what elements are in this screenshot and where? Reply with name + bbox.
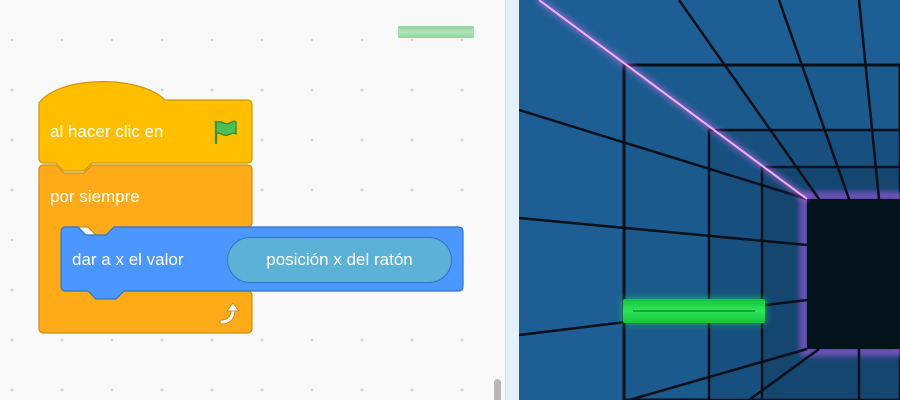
stage-canvas[interactable] (519, 0, 900, 400)
mouse-x-reporter[interactable]: posición x del ratón (227, 237, 452, 283)
pane-divider (505, 0, 519, 400)
code-workspace[interactable]: al hacer clic en por siempre dar a x el … (0, 0, 505, 400)
set-x-block-label: dar a x el valor (72, 250, 184, 269)
paddle-sprite[interactable] (623, 299, 765, 323)
mouse-x-reporter-label: posición x del ratón (266, 250, 413, 269)
event-block-label: al hacer clic en (50, 122, 164, 141)
forever-block-label: por siempre (50, 187, 140, 206)
tunnel-backdrop (519, 0, 900, 400)
green-flag-icon (214, 120, 237, 145)
workspace-scrollbar[interactable] (494, 379, 501, 400)
repeat-arrow-icon (219, 302, 240, 325)
